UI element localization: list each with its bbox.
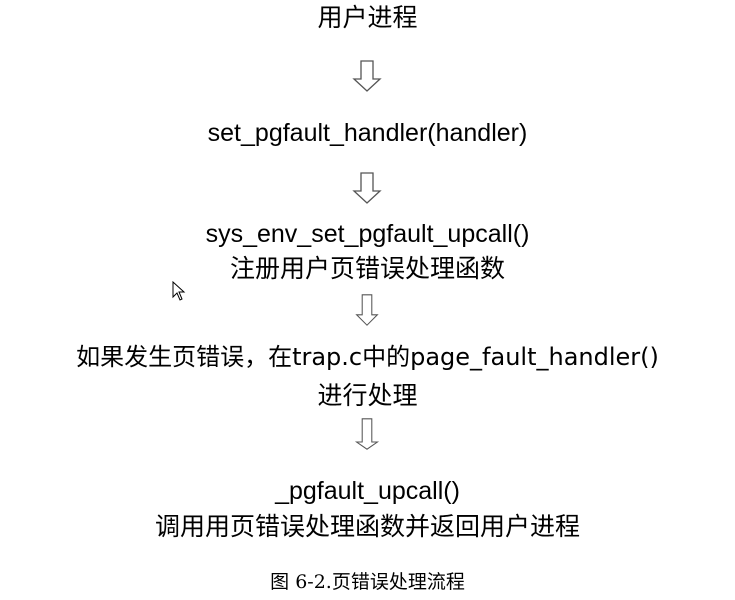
hollow-down-arrow-icon [355, 294, 379, 326]
hollow-down-arrow-icon [354, 418, 380, 450]
mouse-pointer-icon [172, 281, 186, 301]
step-call-handler-return-text: 调用用页错误处理函数并返回用户进程 [154, 512, 580, 541]
step-handle-text: 进行处理 [317, 381, 418, 410]
step-sys-env-set-pgfault-upcall: sys_env_set_pgfault_upcall() [205, 220, 530, 248]
step-register-handler-text: 注册用户页错误处理函数 [229, 254, 505, 283]
step-pgfault-upcall: _pgfault_upcall() [275, 477, 460, 505]
step-set-pgfault-handler: set_pgfault_handler(handler) [207, 119, 528, 147]
figure-caption: 图 6-2.页错误处理流程 [270, 571, 465, 593]
step-user-process: 用户进程 [317, 3, 418, 32]
hollow-down-arrow-icon [352, 60, 382, 92]
hollow-down-arrow-icon [352, 172, 382, 204]
step-page-fault-occurs: 如果发生页错误，在trap.c中的page_fault_handler() [76, 343, 659, 371]
